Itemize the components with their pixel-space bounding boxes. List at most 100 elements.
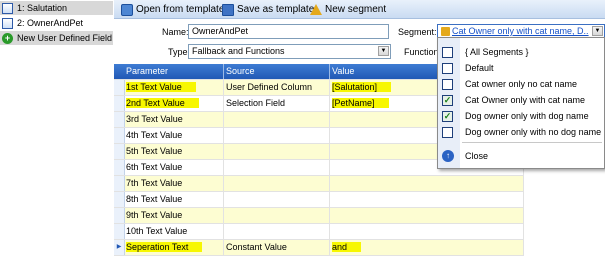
cell-value[interactable] [330, 192, 524, 207]
cell-source-text: User Defined Column [226, 82, 313, 92]
cell-parameter[interactable]: 5th Text Value [124, 144, 224, 159]
list-item-owner-and-pet[interactable]: 2: OwnerAndPet [0, 16, 113, 30]
cell-parameter[interactable]: 3rd Text Value [124, 112, 224, 127]
segment-option[interactable]: Dog owner only with no dog name [438, 124, 604, 140]
cell-value-text: [Salutation] [332, 82, 392, 92]
cell-source[interactable] [224, 128, 330, 143]
cell-value[interactable] [330, 208, 524, 223]
segment-option-label: Cat Owner only with cat name [465, 95, 586, 105]
column-header-source[interactable]: Source [224, 64, 330, 79]
table-row[interactable]: 9th Text Value [114, 208, 524, 224]
checkbox-checked-icon[interactable]: ✓ [442, 94, 453, 106]
cell-parameter[interactable]: 4th Text Value [124, 128, 224, 143]
segment-option[interactable]: ✓ Dog owner only with dog name [438, 108, 604, 124]
cell-source[interactable] [224, 192, 330, 207]
cell-parameter[interactable]: 6th Text Value [124, 160, 224, 175]
checkbox-icon[interactable] [442, 78, 453, 90]
cell-parameter-text: 7th Text Value [126, 178, 183, 188]
segment-option-label: Default [465, 63, 494, 73]
save-as-template-button[interactable]: Save as template [222, 2, 314, 17]
cell-value[interactable]: and [330, 240, 524, 255]
cell-parameter-text: 4th Text Value [126, 130, 183, 140]
checkbox-icon[interactable] [442, 62, 453, 74]
type-label: Type: [168, 47, 191, 57]
close-button[interactable]: ↑ Close [438, 148, 604, 164]
close-icon: ↑ [442, 150, 454, 162]
name-value: OwnerAndPet [192, 26, 249, 36]
cell-parameter[interactable]: 7th Text Value [124, 176, 224, 191]
column-header-parameter[interactable]: Parameter [124, 64, 224, 79]
list-item-salutation[interactable]: 1: Salutation [0, 1, 113, 15]
chevron-down-icon: ▼ [378, 46, 389, 56]
list-item-label: 1: Salutation [17, 3, 68, 13]
segment-value: Cat Owner only with cat name, D.. [452, 26, 589, 36]
cell-parameter-text: 10th Text Value [126, 226, 188, 236]
cell-parameter-text: 2nd Text Value [126, 98, 199, 108]
type-value: Fallback and Functions [192, 46, 285, 56]
cell-parameter-text: 5th Text Value [126, 146, 183, 156]
cell-source-text: Selection Field [226, 98, 286, 108]
segment-option[interactable]: ✓ Cat Owner only with cat name [438, 92, 604, 108]
add-icon: + [2, 32, 13, 44]
segment-option[interactable]: Cat owner only no cat name [438, 76, 604, 92]
cell-value[interactable] [330, 224, 524, 239]
cell-value[interactable] [330, 176, 524, 191]
cell-parameter-text: 8th Text Value [126, 194, 183, 204]
segment-icon [441, 27, 450, 36]
document-icon [2, 17, 13, 29]
cell-source[interactable]: User Defined Column [224, 80, 330, 95]
cell-parameter-text: 1st Text Value [126, 82, 196, 92]
checkbox-icon[interactable] [442, 46, 453, 58]
cell-parameter[interactable]: 2nd Text Value [124, 96, 224, 111]
cell-parameter[interactable]: 9th Text Value [124, 208, 224, 223]
open-template-icon [121, 3, 133, 16]
chevron-down-icon: ▼ [592, 26, 603, 36]
segment-label: Segment: [398, 27, 437, 37]
cell-source[interactable] [224, 112, 330, 127]
cell-source[interactable] [224, 176, 330, 191]
new-user-defined-field-button[interactable]: + New User Defined Field [0, 31, 113, 45]
segment-option-label: Cat owner only no cat name [465, 79, 578, 89]
close-label: Close [465, 151, 489, 161]
cell-source-text: Constant Value [226, 242, 287, 252]
cell-parameter[interactable]: 10th Text Value [124, 224, 224, 239]
open-template-label: Open from template [136, 4, 225, 15]
table-row[interactable]: 7th Text Value [114, 176, 524, 192]
cell-parameter[interactable]: 8th Text Value [124, 192, 224, 207]
field-list: 1: Salutation 2: OwnerAndPet + New User … [0, 0, 113, 256]
cell-source[interactable] [224, 144, 330, 159]
cell-source[interactable] [224, 224, 330, 239]
cell-value-text: [PetName] [332, 98, 389, 108]
cell-parameter[interactable]: Seperation Text [124, 240, 224, 255]
segment-dropdown: { All Segments } Default Cat owner only no… [437, 37, 605, 169]
cell-source[interactable]: Constant Value [224, 240, 330, 255]
function-label: Function [404, 47, 439, 57]
checkbox-icon[interactable] [442, 126, 453, 138]
cell-value-text: and [332, 242, 362, 252]
open-from-template-button[interactable]: Open from template [121, 2, 224, 17]
cell-parameter-text: Seperation Text [126, 242, 203, 252]
save-template-label: Save as template [237, 4, 315, 15]
segment-option-label: { All Segments } [465, 47, 529, 57]
cell-source[interactable] [224, 160, 330, 175]
table-row[interactable]: 8th Text Value [114, 192, 524, 208]
cell-parameter-text: 3rd Text Value [126, 114, 183, 124]
table-row[interactable]: ▶ Seperation Text Constant Value and [114, 240, 524, 256]
cell-source[interactable]: Selection Field [224, 96, 330, 111]
list-item-label: 2: OwnerAndPet [17, 18, 84, 28]
type-select[interactable]: Fallback and Functions ▼ [188, 44, 391, 59]
document-icon [2, 2, 13, 14]
name-label: Name: [162, 27, 189, 37]
toolbar: Open from template Save as template New … [114, 0, 605, 19]
new-segment-button[interactable]: New segment [310, 2, 386, 17]
cell-source[interactable] [224, 208, 330, 223]
table-row[interactable]: 10th Text Value [114, 224, 524, 240]
new-segment-label: New segment [325, 4, 387, 15]
cell-parameter-text: 9th Text Value [126, 210, 183, 220]
name-input[interactable]: OwnerAndPet [188, 24, 389, 39]
save-icon [222, 3, 234, 16]
checkbox-checked-icon[interactable]: ✓ [442, 110, 453, 122]
segment-option[interactable]: Default [438, 60, 604, 76]
segment-option[interactable]: { All Segments } [438, 44, 604, 60]
cell-parameter[interactable]: 1st Text Value [124, 80, 224, 95]
